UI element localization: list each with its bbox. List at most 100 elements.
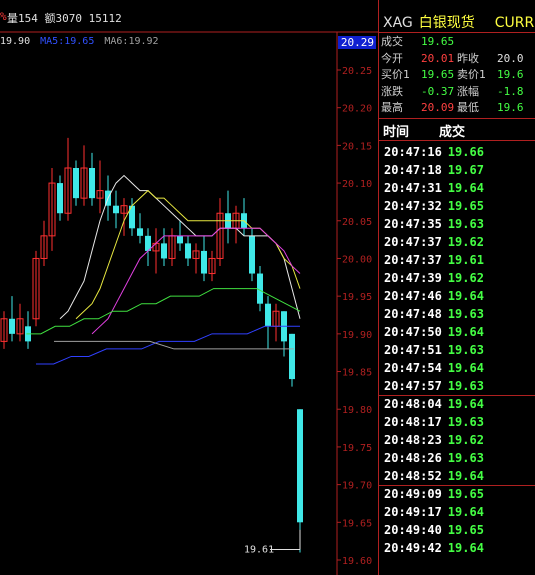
trade-price: 19.64 bbox=[447, 397, 484, 411]
ma3-value: 19.92 bbox=[128, 36, 159, 47]
trade-row[interactable]: 20:49:40 19.65 bbox=[384, 522, 484, 539]
trade-time: 20:49:40 bbox=[384, 523, 442, 537]
quote-row: 涨跌 -0.37 涨幅 -1.8 bbox=[381, 84, 524, 100]
trade-row[interactable]: 20:47:37 19.62 bbox=[384, 234, 484, 251]
y-tick-label: 20.10 bbox=[342, 179, 372, 190]
divider bbox=[379, 118, 535, 119]
candle-body bbox=[289, 333, 295, 380]
y-tick-label: 19.65 bbox=[342, 518, 372, 529]
quote-value: -0.37 bbox=[421, 84, 455, 98]
trade-time: 20:48:52 bbox=[384, 469, 442, 483]
trade-time: 20:47:18 bbox=[384, 163, 442, 177]
instrument-name: 白银现货 bbox=[418, 15, 475, 31]
candle-body bbox=[297, 409, 303, 523]
trade-row[interactable]: 20:47:18 19.67 bbox=[384, 162, 484, 179]
trade-row[interactable]: 20:47:48 19.63 bbox=[384, 306, 484, 323]
trade-row[interactable]: 20:47:16 19.66 bbox=[384, 144, 484, 161]
ma-values-line: 19.90 MA5:19.65 MA6:19.92 bbox=[0, 36, 163, 47]
candle-body bbox=[161, 243, 167, 259]
low-price-label: 19.61 bbox=[244, 544, 274, 555]
y-tick-label: 19.70 bbox=[342, 481, 372, 492]
quote-value: -1.8 bbox=[497, 84, 524, 98]
trade-row[interactable]: 20:47:57 19.63 bbox=[384, 378, 484, 395]
quote-label: 今开 bbox=[381, 51, 403, 65]
quote-label: 最高 bbox=[381, 101, 403, 114]
trade-price: 19.64 bbox=[447, 289, 484, 303]
trades-header: 时间 成交 bbox=[383, 121, 465, 140]
y-tick-label: 20.25 bbox=[342, 66, 372, 77]
trade-row[interactable]: 20:48:17 19.63 bbox=[384, 414, 484, 431]
trade-price: 19.64 bbox=[447, 361, 484, 375]
trade-time: 20:47:37 bbox=[384, 253, 442, 267]
divider bbox=[379, 140, 535, 141]
trade-price: 19.62 bbox=[447, 235, 484, 249]
trade-time: 20:47:32 bbox=[384, 199, 442, 213]
trade-price: 19.65 bbox=[447, 199, 484, 213]
trade-price: 19.64 bbox=[447, 325, 484, 339]
trade-time: 20:48:23 bbox=[384, 433, 442, 447]
chart-info-bar: % 量154 额3070 15112 bbox=[0, 0, 378, 32]
quote-label: 昨收 bbox=[457, 51, 479, 65]
trade-price: 19.65 bbox=[447, 487, 484, 501]
trade-row[interactable]: 20:47:54 19.64 bbox=[384, 360, 484, 377]
trade-row[interactable]: 20:48:26 19.63 bbox=[384, 450, 484, 467]
quote-value: 19.65 bbox=[421, 35, 455, 48]
minute-divider bbox=[379, 395, 535, 396]
trade-price: 19.61 bbox=[447, 253, 484, 267]
quote-panel: XAG 白银现货 CURR 成交 19.65 今开 20.01 昨收 20.0 买价1 19.65… bbox=[378, 0, 535, 575]
trade-price: 19.63 bbox=[447, 379, 484, 393]
trade-row[interactable]: 20:47:31 19.64 bbox=[384, 180, 484, 197]
trade-price: 19.63 bbox=[447, 217, 484, 231]
trade-time: 20:47:48 bbox=[384, 307, 442, 321]
ma2-label: MA5: bbox=[40, 36, 65, 47]
trade-row[interactable]: 20:47:46 19.64 bbox=[384, 288, 484, 305]
y-tick-label: 19.90 bbox=[342, 330, 372, 341]
trade-time: 20:47:57 bbox=[384, 379, 442, 393]
candle-body bbox=[257, 273, 263, 304]
trade-row[interactable]: 20:47:32 19.65 bbox=[384, 198, 484, 215]
trade-row[interactable]: 20:47:51 19.63 bbox=[384, 342, 484, 359]
quote-value: 19.6 bbox=[497, 68, 524, 81]
trade-row[interactable]: 20:47:37 19.61 bbox=[384, 252, 484, 269]
trade-row[interactable]: 20:48:04 19.64 bbox=[384, 396, 484, 413]
kline-chart-panel[interactable]: 20.25 20.20 20.15 20.10 20.05 20.00 19.95 19.90… bbox=[0, 0, 378, 575]
quote-label: 涨幅 bbox=[457, 84, 479, 98]
trade-row[interactable]: 20:47:35 19.63 bbox=[384, 216, 484, 233]
trade-row[interactable]: 20:49:17 19.64 bbox=[384, 504, 484, 521]
quote-value: 20.0 bbox=[497, 51, 524, 65]
minute-divider bbox=[379, 485, 535, 486]
trade-time: 20:47:51 bbox=[384, 343, 442, 357]
trade-row[interactable]: 20:48:52 19.64 bbox=[384, 468, 484, 485]
quote-label: 卖价1 bbox=[457, 68, 486, 81]
quote-label: 成交 bbox=[381, 35, 403, 48]
trade-time: 20:49:42 bbox=[384, 541, 442, 555]
trade-time: 20:47:37 bbox=[384, 235, 442, 249]
trade-time: 20:47:54 bbox=[384, 361, 442, 375]
currency-label: CURR bbox=[494, 15, 535, 31]
trade-price: 19.64 bbox=[447, 181, 484, 195]
header-price: 成交 bbox=[439, 125, 466, 140]
trade-price: 19.62 bbox=[447, 433, 484, 447]
trade-row[interactable]: 20:49:42 19.64 bbox=[384, 540, 484, 557]
y-tick-label: 20.15 bbox=[342, 141, 372, 152]
trade-time: 20:47:16 bbox=[384, 145, 442, 159]
symbol-code: XAG bbox=[383, 15, 413, 31]
trade-time: 20:47:31 bbox=[384, 181, 442, 195]
y-tick-label: 20.00 bbox=[342, 254, 372, 265]
trade-price: 19.63 bbox=[447, 343, 484, 357]
quote-label: 涨跌 bbox=[381, 84, 403, 98]
quote-value: 20.09 bbox=[421, 101, 455, 114]
y-tick-label: 19.75 bbox=[342, 443, 372, 454]
trade-row[interactable]: 20:47:50 19.64 bbox=[384, 324, 484, 341]
trade-time: 20:49:09 bbox=[384, 487, 442, 501]
current-price-box: 20.29 bbox=[338, 36, 376, 49]
trade-row[interactable]: 20:47:39 19.62 bbox=[384, 270, 484, 287]
candle-body bbox=[113, 205, 119, 214]
candle-body bbox=[57, 183, 63, 214]
trade-row[interactable]: 20:49:09 19.65 bbox=[384, 486, 484, 503]
kline-plot[interactable]: 20.25 20.20 20.15 20.10 20.05 20.00 19.95 19.90… bbox=[0, 0, 378, 575]
quote-value: 19.65 bbox=[421, 68, 455, 81]
trade-row[interactable]: 20:48:23 19.62 bbox=[384, 432, 484, 449]
quote-label: 买价1 bbox=[381, 68, 410, 81]
candle-body bbox=[89, 168, 95, 199]
